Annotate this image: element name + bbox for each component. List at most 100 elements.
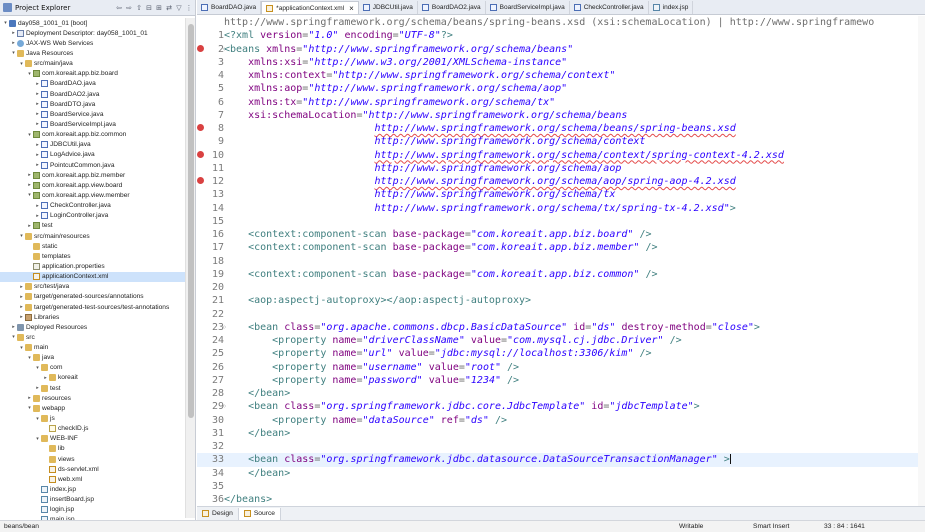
tree-item[interactable]: ▸ target/generated-test-sources/test-anno… [0,302,185,312]
tree-twisty[interactable]: ▸ [10,30,17,36]
code-line[interactable]: 27 <property name="password" value="1234… [197,374,925,387]
code-line[interactable]: 34 </bean> [197,467,925,480]
tree-twisty[interactable]: ▾ [26,355,33,361]
tree-twisty[interactable]: ▸ [34,121,41,127]
explorer-toolbar-icon[interactable]: ⇧ [135,4,143,12]
tree-item[interactable]: ▾ src/main/java [0,59,185,69]
tree-twisty[interactable]: ▸ [42,375,49,381]
editor-tab[interactable]: index.jsp [649,1,694,14]
code-line[interactable]: 11 http://www.springframework.org/schema… [197,162,925,175]
tree-item[interactable]: web.xml [0,474,185,484]
tree-item[interactable]: ▸ src/test/java [0,282,185,292]
tree-twisty[interactable]: ▸ [34,213,41,219]
tree-twisty[interactable]: ▾ [34,436,41,442]
code-line[interactable]: 3 xmlns:xsi="http://www.w3.org/2001/XMLS… [197,56,925,69]
code-line[interactable]: 24 <property name="driverClassName" valu… [197,334,925,347]
tree-item[interactable]: ▸ LoginController.java [0,211,185,221]
tree-twisty[interactable]: ▸ [18,294,25,300]
code-line[interactable]: 18 [197,255,925,268]
code-line[interactable]: 21 <aop:aspectj-autoproxy></aop:aspectj-… [197,294,925,307]
explorer-toolbar-icon[interactable]: ⋮ [185,4,193,12]
tree-item[interactable]: insertBoard.jsp [0,495,185,505]
tree-item[interactable]: ▾ main [0,343,185,353]
source-tab[interactable]: Source [238,507,282,520]
tree-twisty[interactable]: ▸ [26,182,33,188]
tree-item[interactable]: ▸ koreait [0,373,185,383]
code-line[interactable]: 13 http://www.springframework.org/schema… [197,188,925,201]
tree-item[interactable]: ▾ src/main/resources [0,231,185,241]
tree-twisty[interactable]: ▾ [26,405,33,411]
code-line[interactable]: 19 <context:component-scan base-package=… [197,268,925,281]
tree-item[interactable]: views [0,454,185,464]
tree-item[interactable]: static [0,241,185,251]
tree-item[interactable]: ▸ resources [0,393,185,403]
tree-twisty[interactable]: ▸ [34,162,41,168]
tree-twisty[interactable]: ▸ [18,304,25,310]
tree-item[interactable]: ▸ JDBCUtil.java [0,140,185,150]
editor-tab[interactable]: *applicationContext.xml × [261,1,359,14]
tree-item[interactable]: ▸ BoardDAO.java [0,79,185,89]
tree-twisty[interactable]: ▸ [34,142,41,148]
tree-twisty[interactable]: ▾ [26,71,33,77]
explorer-toolbar-icon[interactable]: ⊟ [145,4,153,12]
tree-item[interactable]: ▾ com.koreait.app.biz.board [0,69,185,79]
editor-scrollbar[interactable] [918,16,925,506]
editor-tab[interactable]: JDBCUtil.java [359,1,418,14]
code-line[interactable]: 32 [197,440,925,453]
tree-item[interactable]: ▾ Java Resources [0,48,185,58]
code-line[interactable]: 7 xsi:schemaLocation="http://www.springf… [197,109,925,122]
tree-item[interactable]: ▸ BoardDTO.java [0,99,185,109]
tree-item[interactable]: applicationContext.xml [0,271,185,282]
tree-item[interactable]: ▸ target/generated-sources/annotations [0,292,185,302]
tree-twisty[interactable]: ▸ [34,101,41,107]
explorer-toolbar-icon[interactable]: ⇦ [115,4,123,12]
tree-twisty[interactable]: ▾ [34,416,41,422]
code-line[interactable]: 23 ◦ <bean class="org.apache.commons.dbcp… [197,321,925,334]
tree-twisty[interactable]: ▸ [34,111,41,117]
code-line[interactable]: http://www.springframework.org/schema/be… [197,16,925,29]
code-line[interactable]: 2 ◦ <beans xmlns="http://www.springframewo… [197,43,925,56]
editor-tab[interactable]: BoardServiceImpl.java [486,1,570,14]
tree-item[interactable]: ▾ js [0,413,185,423]
tree-item[interactable]: ▸ com.koreait.app.view.board [0,180,185,190]
explorer-toolbar-icon[interactable]: ⊞ [155,4,163,12]
tree-twisty[interactable]: ▾ [34,365,41,371]
code-line[interactable]: 1 <?xml version="1.0" encoding="UTF-8"?> [197,29,925,42]
code-line[interactable]: 30 <property name="dataSource" ref="ds" … [197,414,925,427]
tree-item[interactable]: ▸ BoardServiceImpl.java [0,119,185,129]
code-line[interactable]: 22 [197,308,925,321]
tree-item[interactable]: ▾ webapp [0,403,185,413]
tree-item[interactable]: ▸ Deployment Descriptor: day058_1001_01 [0,28,185,38]
code-line[interactable]: 35 [197,480,925,493]
tree-twisty[interactable]: ▸ [26,395,33,401]
code-line[interactable]: 33 <bean class="org.springframework.jdbc… [197,453,925,467]
design-tab[interactable]: Design [197,507,239,520]
tree-item[interactable]: ▸ test [0,221,185,231]
code-line[interactable]: 20 [197,281,925,294]
tree-item[interactable]: checkID.js [0,424,185,434]
tree-twisty[interactable]: ▸ [26,223,33,229]
tree-item[interactable]: ▸ CheckController.java [0,201,185,211]
tree-twisty[interactable]: ▾ [2,20,9,26]
code-line[interactable]: 31 </bean> [197,427,925,440]
tree-item[interactable]: ▾ src [0,332,185,342]
tree-twisty[interactable]: ▸ [34,81,41,87]
explorer-scroll-thumb[interactable] [188,24,194,418]
code-line[interactable]: 17 <context:component-scan base-package=… [197,241,925,254]
tree-item[interactable]: ▸ LogAdvice.java [0,150,185,160]
code-line[interactable]: 10 http://www.springframework.org/schema… [197,149,925,162]
tree-item[interactable]: ▸ JAX-WS Web Services [0,38,185,48]
code-line[interactable]: 4 xmlns:context="http://www.springframew… [197,69,925,82]
tree-item[interactable]: ▸ Deployed Resources [0,322,185,332]
code-line[interactable]: 26 <property name="username" value="root… [197,361,925,374]
code-line[interactable]: 25 <property name="url" value="jdbc:mysq… [197,347,925,360]
tree-item[interactable]: templates [0,251,185,261]
tree-item[interactable]: ▾ com [0,363,185,373]
tree-twisty[interactable]: ▾ [10,334,17,340]
tree-item[interactable]: ▾ com.koreait.app.biz.common [0,130,185,140]
code-line[interactable]: 36 </beans> [197,493,925,506]
tree-item[interactable]: application.properties [0,261,185,271]
code-line[interactable]: 29 ◦ <bean class="org.springframework.jdb… [197,400,925,413]
code-line[interactable]: 5 xmlns:aop="http://www.springframework.… [197,82,925,95]
tree-twisty[interactable]: ▸ [34,385,41,391]
